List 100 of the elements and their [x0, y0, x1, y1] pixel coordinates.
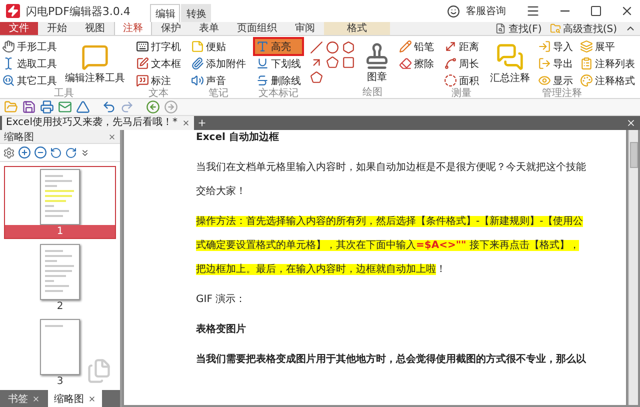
- printer-icon: [40, 100, 54, 114]
- keyboard-icon: [136, 40, 149, 53]
- paragraph-text: GIF 演示：: [196, 292, 247, 307]
- group-label: 管理注释: [541, 88, 583, 99]
- page-thumbnail[interactable]: 2: [4, 241, 116, 314]
- paragraph-text: 操作方法：首先选择输入内容的所有列，然后选择【条件格式】-【新建规则】-【使用公式确定要设置格式的单元格】，其次在下面中输入=$A<>"" 接下来再点击【格式】，把边框加上。最后，在输入内容时，边框就自动加上啦！: [196, 214, 584, 277]
- group-label: 文本: [148, 88, 170, 99]
- more-icon: [80, 148, 90, 158]
- line-icon: [310, 41, 323, 54]
- page-preview: [40, 319, 80, 375]
- ribbon-tab[interactable]: 表单: [190, 22, 228, 35]
- ribbon-tab[interactable]: 格式: [324, 22, 390, 35]
- comments-summary-icon: [496, 42, 524, 70]
- hexagon-icon: [342, 41, 355, 54]
- close-icon: [182, 119, 190, 127]
- ribbon-button[interactable]: 手形工具: [1, 39, 58, 54]
- ribbon-button[interactable]: 铅笔: [398, 39, 435, 54]
- ribbon-button[interactable]: 高亮: [255, 39, 302, 54]
- close-icon: [620, 4, 634, 18]
- ribbon-button[interactable]: 周长: [443, 56, 480, 71]
- ribbon-large-button[interactable]: 图章: [361, 39, 393, 87]
- ribbon-button[interactable]: 显示: [537, 73, 574, 88]
- export-icon: [538, 57, 551, 70]
- paragraph-text: 当我们在文档单元格里输入内容时，如果自动加边框是不是很方便呢？今天就把这个技能交给大家！: [196, 160, 587, 199]
- context-tab[interactable]: 编辑: [150, 4, 180, 22]
- ribbon-button[interactable]: 下划线: [255, 56, 302, 71]
- page-preview: [40, 244, 80, 300]
- ribbon-button[interactable]: 导出: [537, 56, 574, 71]
- heading-text: Excel 自动加边框: [196, 130, 280, 145]
- ribbon-tab[interactable]: 页面组织: [228, 22, 286, 35]
- ribbon-button[interactable]: 展平: [579, 39, 636, 54]
- panel-tab[interactable]: 缩略图: [48, 390, 102, 407]
- ribbon-tab[interactable]: 保护: [152, 22, 190, 35]
- document-search-icon: [495, 23, 506, 34]
- group-label: 绘图: [362, 87, 384, 98]
- ribbon-large-button[interactable]: 汇总注释: [488, 39, 532, 88]
- ribbon-button[interactable]: 标注: [135, 73, 182, 88]
- save-icon: [22, 100, 36, 114]
- ribbon-tab[interactable]: 开始: [38, 22, 76, 35]
- underline-icon: [256, 57, 269, 70]
- close-icon: [626, 118, 636, 128]
- smiley-icon: [447, 4, 460, 18]
- ribbon-button[interactable]: 其它工具: [1, 73, 58, 88]
- context-tab[interactable]: 转换: [181, 4, 212, 22]
- ribbon-tab[interactable]: 视图: [76, 22, 114, 35]
- rotate-left-icon: [50, 146, 62, 158]
- find-button[interactable]: 查找(F): [491, 22, 546, 35]
- page-number: 1: [5, 225, 115, 238]
- polygon-icon: [326, 56, 339, 69]
- close-icon: [32, 394, 40, 402]
- menu-icon: [526, 4, 540, 18]
- ribbon-button[interactable]: 面积: [443, 73, 480, 88]
- ribbon-button[interactable]: 距离: [443, 39, 480, 54]
- support-link[interactable]: 客服咨询: [466, 4, 506, 18]
- ribbon-button[interactable]: 文本框: [135, 56, 182, 71]
- ribbon-tab[interactable]: 文件: [0, 22, 38, 35]
- ribbon-button[interactable]: 便贴: [190, 39, 247, 54]
- page-number: 2: [56, 300, 64, 313]
- ribbon-button[interactable]: 注释列表: [579, 56, 636, 71]
- import-icon: [538, 40, 551, 53]
- callout-icon: [136, 74, 149, 87]
- eraser-icon: [399, 57, 412, 70]
- folder-search-icon: [550, 23, 561, 34]
- maximize-icon: [590, 5, 602, 17]
- ribbon-button[interactable]: 导入: [537, 39, 574, 54]
- panel-title: 缩略图: [4, 130, 34, 144]
- ribbon-tab[interactable]: 审阅: [286, 22, 324, 35]
- group-label: 笔记: [208, 88, 230, 99]
- zoom-in-icon: [18, 146, 31, 159]
- rotate-right-icon: [65, 146, 77, 158]
- ribbon-button[interactable]: 声音: [190, 73, 247, 88]
- back-icon: [146, 100, 160, 114]
- ribbon-button[interactable]: 注释格式: [579, 73, 636, 88]
- undo-icon: [102, 100, 116, 114]
- redo-icon: [120, 100, 134, 114]
- document-tab[interactable]: Excel使用技巧又来袭，先马后看哦！*: [2, 116, 194, 130]
- folder-icon: [4, 100, 18, 114]
- ribbon-large-button[interactable]: 编辑注释工具: [63, 39, 127, 88]
- magnifier-icon: [2, 74, 15, 87]
- ribbon-button[interactable]: 删除线: [255, 73, 302, 88]
- advanced-find-button[interactable]: 高级查找(S): [546, 22, 621, 35]
- group-label: 测量: [450, 88, 472, 99]
- pages-icon: [86, 358, 112, 384]
- close-icon: [108, 132, 116, 140]
- pentagon-icon: [310, 71, 323, 84]
- page-thumbnail[interactable]: 3: [4, 316, 116, 389]
- ribbon-button[interactable]: 添加附件: [190, 56, 247, 71]
- circle-icon: [326, 41, 339, 54]
- page-thumbnail[interactable]: 1: [4, 166, 116, 239]
- scrollbar[interactable]: [628, 130, 638, 405]
- clipboard-list-icon: [580, 57, 593, 70]
- highlight-icon: [256, 40, 269, 53]
- window-title: 闪电PDF编辑器3.0.4: [26, 4, 130, 18]
- ribbon-button[interactable]: 擦除: [398, 56, 435, 71]
- ribbon-tab[interactable]: 注释: [114, 22, 152, 35]
- page-preview: [40, 169, 80, 225]
- speaker-icon: [191, 74, 204, 87]
- add-tab-icon: [196, 118, 206, 128]
- ribbon-button[interactable]: 打字机: [135, 39, 182, 54]
- ribbon-button[interactable]: 选取工具: [1, 56, 58, 71]
